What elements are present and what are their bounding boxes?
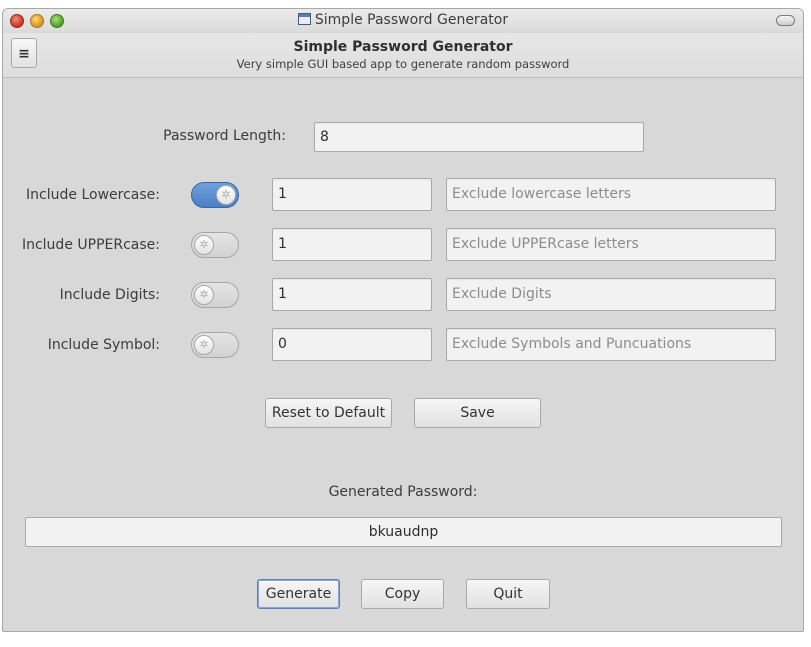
title-bar: Simple Password Generator — [3, 9, 803, 34]
copy-button[interactable]: Copy — [361, 579, 444, 609]
switch-knob-icon: ✲ — [194, 285, 214, 305]
include-uppercase-switch[interactable]: ✲ — [191, 232, 239, 258]
generated-password-label: Generated Password: — [328, 484, 478, 500]
generate-button[interactable]: Generate — [257, 579, 340, 609]
generated-password-output[interactable]: bkuaudnp — [25, 517, 782, 547]
lowercase-count-input[interactable]: 1 — [272, 178, 432, 211]
exclude-symbols-input[interactable]: Exclude Symbols and Puncuations — [446, 328, 776, 361]
exclude-lowercase-input[interactable]: Exclude lowercase letters — [446, 178, 776, 211]
app-window: Simple Password Generator ≡ Simple Passw… — [2, 8, 804, 632]
switch-knob-icon: ✲ — [194, 235, 214, 255]
window-title: Simple Password Generator — [314, 12, 509, 28]
exclude-uppercase-input[interactable]: Exclude UPPERcase letters — [446, 228, 776, 261]
exclude-digits-input[interactable]: Exclude Digits — [446, 278, 776, 311]
include-symbol-switch[interactable]: ✲ — [191, 332, 239, 358]
password-length-label: Password Length: — [163, 128, 286, 144]
reset-to-default-button[interactable]: Reset to Default — [265, 398, 392, 428]
window-toggle-button[interactable] — [776, 15, 795, 26]
save-button[interactable]: Save — [414, 398, 541, 428]
uppercase-count-input[interactable]: 1 — [272, 228, 432, 261]
symbol-count-input[interactable]: 0 — [272, 328, 432, 361]
include-lowercase-label: Include Lowercase: — [26, 187, 160, 203]
header-subtitle: Very simple GUI based app to generate ra… — [236, 57, 570, 71]
switch-knob-icon: ✲ — [194, 335, 214, 355]
password-length-input[interactable]: 8 — [314, 122, 644, 152]
include-uppercase-label: Include UPPERcase: — [21, 237, 160, 253]
app-window-icon — [297, 13, 311, 25]
header-title: Simple Password Generator — [293, 39, 513, 55]
include-digits-switch[interactable]: ✲ — [191, 282, 239, 308]
switch-knob-icon: ✲ — [216, 185, 236, 205]
include-lowercase-switch[interactable]: ✲ — [191, 182, 239, 208]
header-bar: ≡ Simple Password Generator Very simple … — [3, 33, 803, 78]
window-title-area: Simple Password Generator — [3, 12, 803, 28]
include-symbol-label: Include Symbol: — [47, 337, 160, 353]
digits-count-input[interactable]: 1 — [272, 278, 432, 311]
include-digits-label: Include Digits: — [59, 287, 160, 303]
quit-button[interactable]: Quit — [466, 579, 550, 609]
